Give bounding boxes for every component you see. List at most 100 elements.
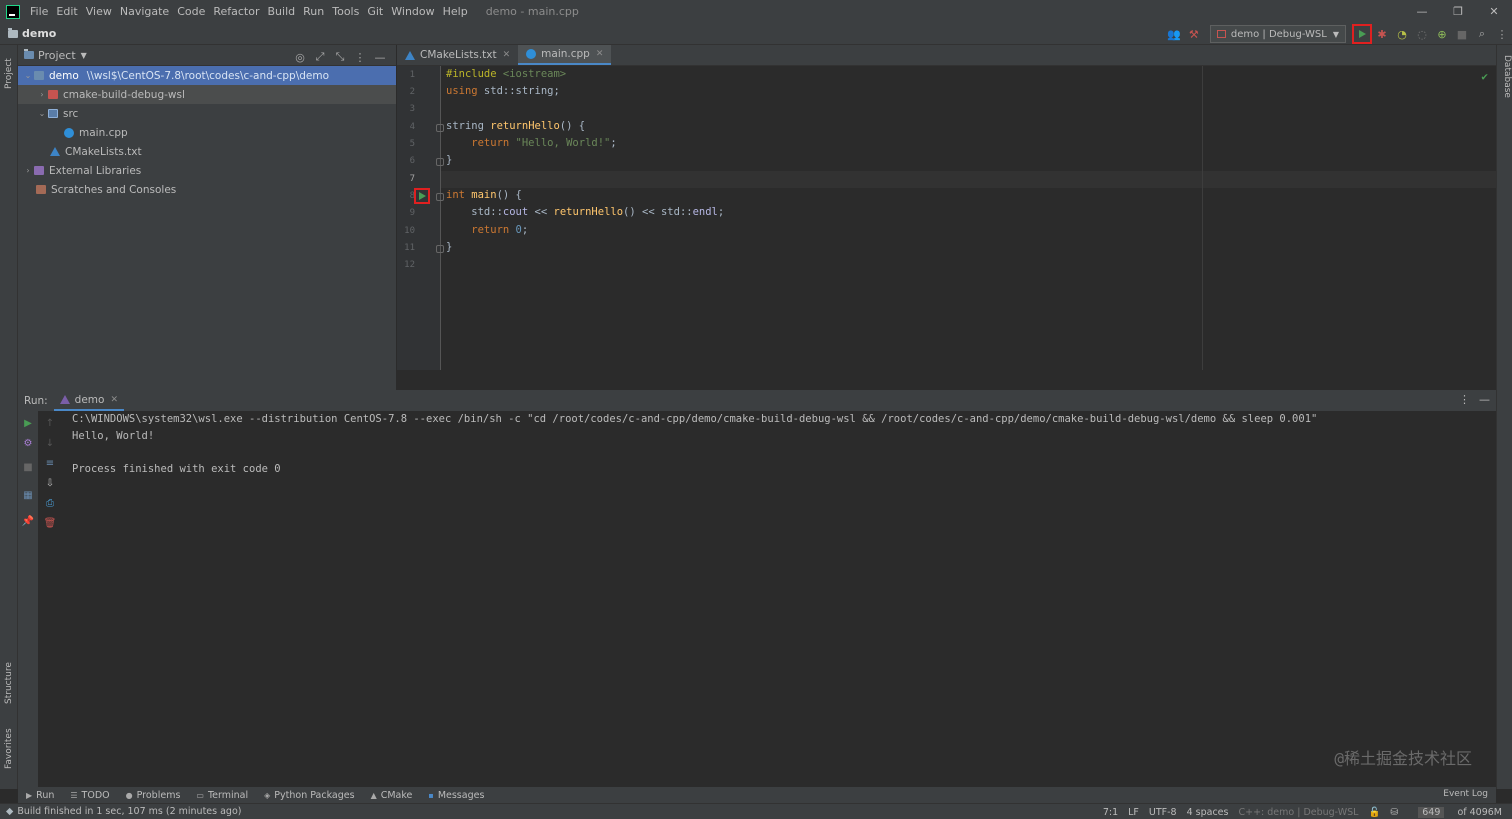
folder-icon xyxy=(8,27,18,38)
restore-button[interactable]: ❐ xyxy=(1440,0,1476,23)
caret-position[interactable]: 7:1 xyxy=(1103,807,1118,818)
soft-wrap-icon[interactable]: ≡ xyxy=(44,457,56,469)
options-icon[interactable]: ⋮ xyxy=(350,47,370,67)
bottom-tab-python-packages[interactable]: ◈ Python Packages xyxy=(256,790,362,801)
menu-git[interactable]: Git xyxy=(363,5,387,18)
minimize-button[interactable]: — xyxy=(1404,0,1440,23)
fold-marker-icon[interactable] xyxy=(436,245,444,253)
database-tool-tab[interactable]: Database xyxy=(1498,55,1512,98)
chevron-right-icon[interactable]: › xyxy=(36,90,48,99)
menu-tools[interactable]: Tools xyxy=(328,5,363,18)
gutter-run-button[interactable] xyxy=(414,188,430,204)
hide-panel-icon[interactable]: — xyxy=(1479,393,1490,406)
run-config-select[interactable]: demo | Debug-WSL ▼ xyxy=(1209,25,1346,43)
editor-gutter: 1 2 3 4 5 6 7 8 9 10 11 12 xyxy=(397,66,444,370)
locate-file-icon[interactable]: ◎ xyxy=(290,47,310,67)
rerun-icon[interactable]: ▶ xyxy=(22,417,34,429)
pin-icon[interactable]: 📌 xyxy=(22,515,34,527)
menu-run[interactable]: Run xyxy=(299,5,328,18)
cmake-icon: ▲ xyxy=(370,790,377,800)
fold-marker-icon[interactable] xyxy=(436,193,444,201)
expand-all-icon[interactable]: ⤢ xyxy=(310,47,330,67)
menu-edit[interactable]: Edit xyxy=(52,5,81,18)
settings-icon[interactable]: ⚙ xyxy=(22,437,34,449)
code-context[interactable]: C++: demo | Debug-WSL xyxy=(1238,807,1358,818)
bottom-tab-terminal[interactable]: ▭ Terminal xyxy=(188,790,256,801)
tree-item-scratches[interactable]: Scratches and Consoles xyxy=(18,180,396,199)
inspection-ok-icon[interactable]: ✔ xyxy=(1481,70,1488,83)
bottom-tab-messages[interactable]: ▪ Messages xyxy=(420,790,492,801)
menu-window[interactable]: Window xyxy=(387,5,438,18)
menu-build[interactable]: Build xyxy=(264,5,300,18)
run-console[interactable]: C:\WINDOWS\system32\wsl.exe --distributi… xyxy=(62,411,1496,789)
attach-icon[interactable]: ⊕ xyxy=(1432,24,1452,44)
status-message[interactable]: Build finished in 1 sec, 107 ms (2 minut… xyxy=(17,806,241,817)
fold-marker-icon[interactable] xyxy=(436,124,444,132)
tree-item-cmake-build-debug-wsl[interactable]: › cmake-build-debug-wsl xyxy=(18,85,396,104)
run-button[interactable] xyxy=(1352,24,1372,44)
menu-code[interactable]: Code xyxy=(173,5,209,18)
tab-cmakelists[interactable]: CMakeLists.txt ✕ xyxy=(397,45,518,65)
code-editor[interactable]: 1 2 3 4 5 6 7 8 9 10 11 12 #include <ios… xyxy=(397,66,1496,370)
chevron-right-icon[interactable]: › xyxy=(22,166,34,175)
project-tool-tab[interactable]: Project xyxy=(1,49,17,99)
scroll-to-end-icon[interactable]: ⇩ xyxy=(44,477,56,489)
line-number: 5 xyxy=(409,139,415,149)
menu-help[interactable]: Help xyxy=(439,5,472,18)
chevron-down-icon[interactable]: ⌄ xyxy=(22,71,34,80)
close-icon[interactable]: ✕ xyxy=(503,50,511,60)
debug-bug-icon[interactable]: ✱ xyxy=(1372,24,1392,44)
breadcrumb[interactable]: demo xyxy=(0,27,56,40)
chevron-down-icon[interactable]: ⌄ xyxy=(36,109,48,118)
layout-icon[interactable]: ▦ xyxy=(22,489,34,501)
run-tab-demo[interactable]: demo ✕ xyxy=(53,390,124,411)
trash-icon[interactable]: 🗑 xyxy=(44,517,57,529)
stop-icon[interactable]: ■ xyxy=(22,461,34,473)
tree-item-external-libraries[interactable]: › External Libraries xyxy=(18,161,396,180)
profiler-icon[interactable]: ◌ xyxy=(1412,24,1432,44)
favorites-tool-tab[interactable]: Favorites xyxy=(1,721,17,777)
stop-icon[interactable]: ■ xyxy=(1452,24,1472,44)
menu-view[interactable]: View xyxy=(82,5,116,18)
git-icon[interactable]: ⛁ xyxy=(1390,807,1398,818)
up-arrow-icon[interactable]: ↑ xyxy=(44,417,56,429)
menu-navigate[interactable]: Navigate xyxy=(116,5,173,18)
bottom-tab-run[interactable]: ▶ Run xyxy=(18,790,62,801)
close-icon[interactable]: ✕ xyxy=(110,395,118,405)
indent-setting[interactable]: 4 spaces xyxy=(1187,807,1229,818)
tree-item-main-cpp[interactable]: main.cpp xyxy=(18,123,396,142)
structure-tool-tab[interactable]: Structure xyxy=(1,655,17,711)
bottom-tab-problems[interactable]: ● Problems xyxy=(118,790,189,801)
menu-file[interactable]: File xyxy=(26,5,52,18)
run-with-coverage-icon[interactable]: ◔ xyxy=(1392,24,1412,44)
lock-icon[interactable]: 🔓 xyxy=(1368,807,1380,818)
fold-marker-icon[interactable] xyxy=(436,158,444,166)
file-encoding[interactable]: UTF-8 xyxy=(1149,807,1177,818)
search-icon[interactable]: ⌕ xyxy=(1472,24,1492,44)
tree-item-cmakelists[interactable]: CMakeLists.txt xyxy=(18,142,396,161)
navigation-bar: demo 👥 ⚒ demo | Debug-WSL ▼ ✱ ◔ ◌ ⊕ ■ ⌕ … xyxy=(0,23,1512,45)
bottom-tab-cmake[interactable]: ▲ CMake xyxy=(363,790,421,801)
close-window-button[interactable]: ✕ xyxy=(1476,0,1512,23)
title-bar: File Edit View Navigate Code Refactor Bu… xyxy=(0,0,1512,23)
menu-refactor[interactable]: Refactor xyxy=(209,5,263,18)
down-arrow-icon[interactable]: ↓ xyxy=(44,437,56,449)
tree-item-demo[interactable]: ⌄ demo \\wsl$\CentOS-7.8\root\codes\c-an… xyxy=(18,66,396,85)
more-options-icon[interactable]: ⋮ xyxy=(1459,393,1470,406)
line-separator[interactable]: LF xyxy=(1128,807,1139,818)
tab-main-cpp[interactable]: main.cpp ✕ xyxy=(518,45,612,65)
memory-indicator[interactable]: 649 of 4096M xyxy=(1408,806,1502,818)
current-line-highlight xyxy=(441,171,1496,188)
hide-panel-icon[interactable]: — xyxy=(370,47,390,67)
collapse-all-icon[interactable]: ⤡ xyxy=(330,47,350,67)
bottom-tab-todo[interactable]: ☰ TODO xyxy=(62,790,117,801)
chevron-down-icon[interactable]: ▼ xyxy=(81,51,87,60)
project-panel-title[interactable]: Project xyxy=(38,49,76,62)
users-icon[interactable]: 👥 xyxy=(1164,24,1184,44)
print-icon[interactable]: ⎙ xyxy=(44,497,56,509)
event-log-button[interactable]: Event Log xyxy=(1443,789,1488,799)
build-hammer-icon[interactable]: ⚒ xyxy=(1184,24,1204,44)
tree-item-src[interactable]: ⌄ src xyxy=(18,104,396,123)
more-options-icon[interactable]: ⋮ xyxy=(1492,24,1512,44)
close-icon[interactable]: ✕ xyxy=(596,49,604,59)
